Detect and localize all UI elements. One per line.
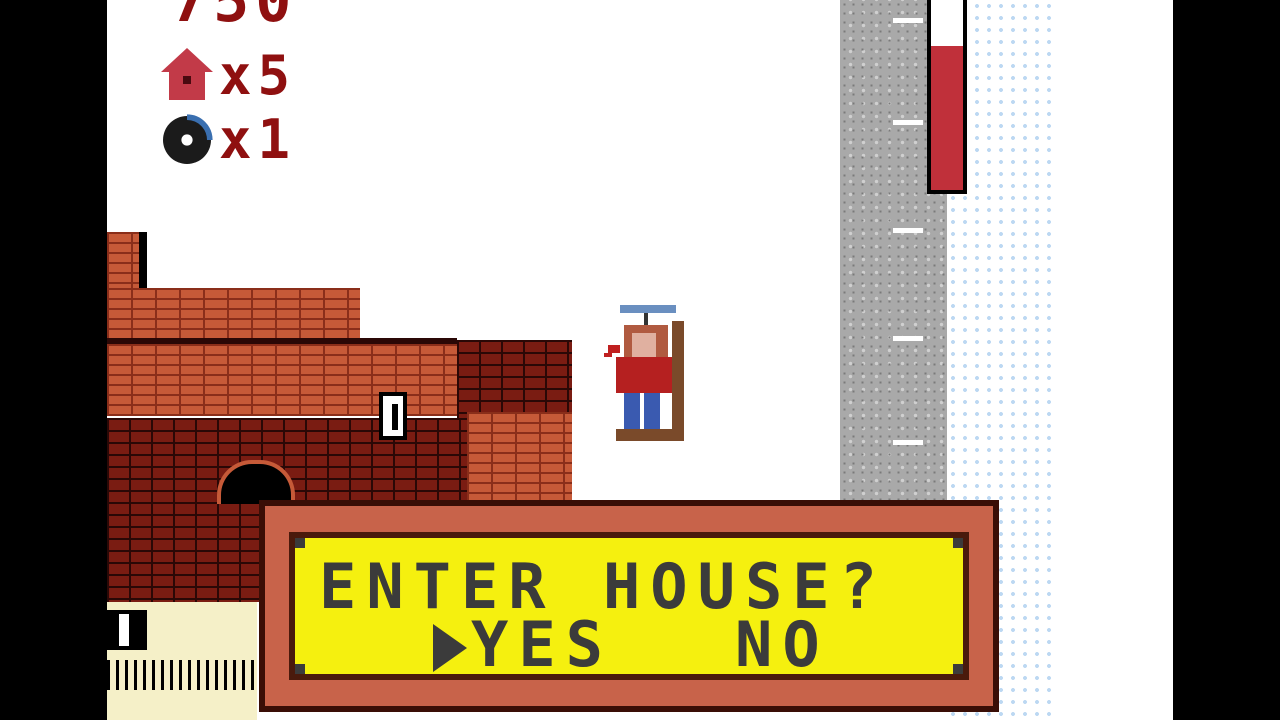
player-character xyxy=(604,305,684,441)
option-no-button[interactable]: NO xyxy=(735,608,830,681)
game-screen: 750 x5 x1 ENTER HOUSE? YES NO xyxy=(107,0,1173,720)
discs-count: x1 xyxy=(219,108,297,171)
road-marking xyxy=(893,18,923,23)
disc-icon xyxy=(163,114,213,164)
energy-meter-fill xyxy=(931,46,963,190)
dialog-corner xyxy=(953,538,963,548)
score-display: 750 xyxy=(171,0,298,36)
enter-house-dialog: ENTER HOUSE? YES NO xyxy=(259,500,999,712)
energy-meter-track xyxy=(931,0,963,190)
energy-meter xyxy=(927,0,967,194)
road-marking xyxy=(893,440,923,445)
road-marking xyxy=(893,120,923,125)
house-icon xyxy=(161,48,213,100)
dialog-corner xyxy=(295,538,305,548)
lives-count: x5 xyxy=(219,44,297,107)
dialog-corner xyxy=(953,664,963,674)
chimney xyxy=(107,232,139,292)
road-marking xyxy=(893,228,923,233)
attic-window xyxy=(379,392,407,440)
porch-window-pane xyxy=(119,614,129,646)
selection-cursor-icon xyxy=(433,624,467,672)
road-marking xyxy=(893,336,923,341)
letterbox-right xyxy=(1173,0,1280,720)
chimney-shadow xyxy=(139,232,147,288)
upper-roof xyxy=(107,288,360,340)
dialog-corner xyxy=(295,664,305,674)
letterbox-left xyxy=(0,0,107,720)
dialog-panel: ENTER HOUSE? YES NO xyxy=(289,532,969,681)
option-yes-button[interactable]: YES xyxy=(471,608,613,681)
gable-wall xyxy=(467,412,572,502)
